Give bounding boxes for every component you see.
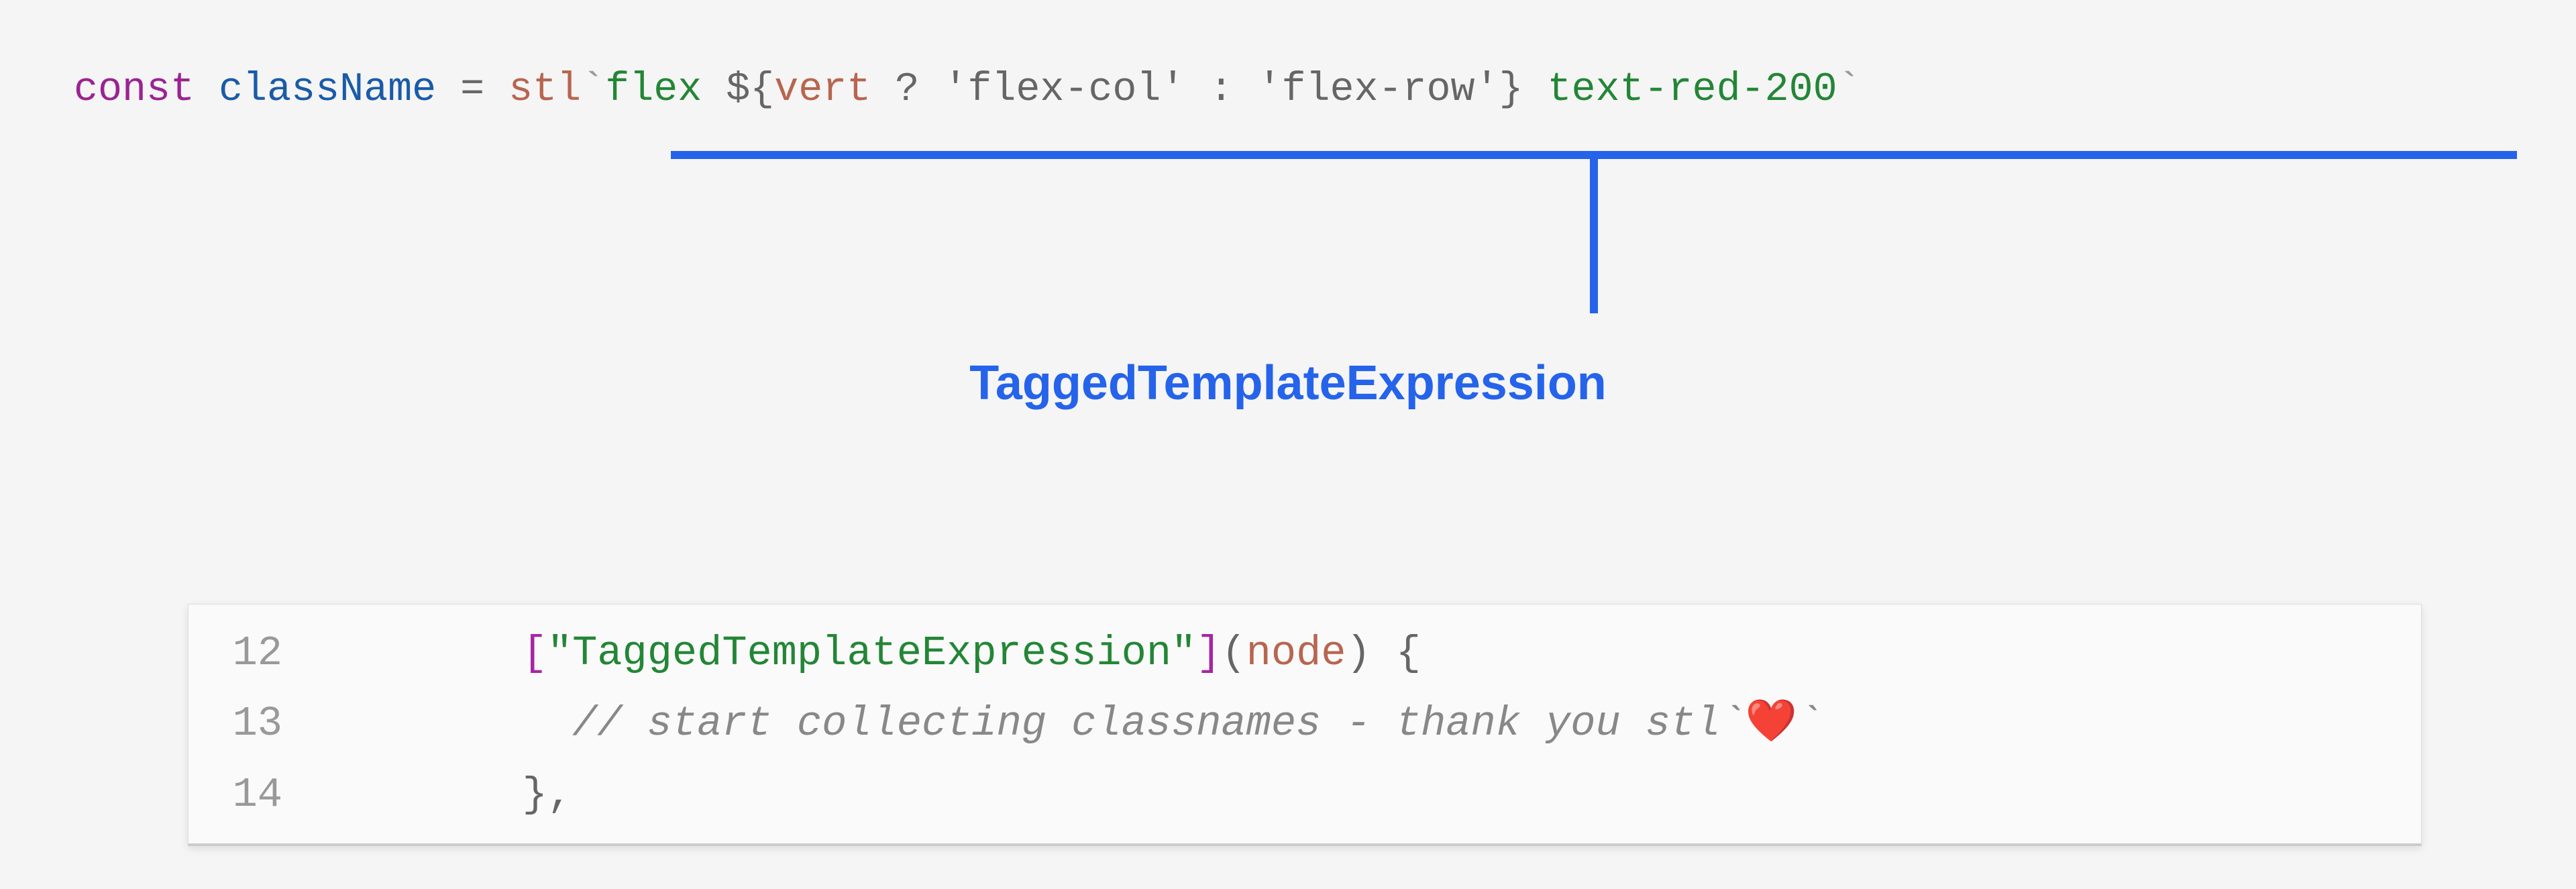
snippet-line-14: 14 },	[189, 760, 2421, 830]
string-flexcol: 'flex-col'	[943, 67, 1185, 113]
string-textred: text-red-200	[1523, 67, 1837, 113]
line-content: },	[323, 760, 2421, 830]
ternary-q: ?	[895, 67, 919, 113]
bracket-open: [	[523, 629, 547, 677]
line-content: ["TaggedTemplateExpression"](node) {	[323, 618, 2421, 688]
backtick-close: `	[1837, 67, 1862, 113]
line-number: 14	[189, 760, 323, 830]
tag-stl: stl	[508, 67, 581, 113]
bracket-horizontal	[671, 151, 2517, 159]
bracket-close: ]	[1196, 629, 1221, 677]
identifier-classname: className	[219, 67, 436, 113]
line-number: 12	[189, 618, 323, 688]
annotation-label: TaggedTemplateExpression	[969, 356, 1607, 411]
string-flexrow: 'flex-row'	[1257, 67, 1499, 113]
var-vert: vert	[774, 67, 871, 113]
comment-text: // start collecting classnames - thank y…	[572, 700, 1822, 747]
interp-close: }	[1499, 67, 1523, 113]
heart-icon: ❤️	[1746, 700, 1797, 747]
brace-open: {	[1371, 629, 1421, 677]
top-code-line: const className = stl`flex ${vert ? 'fle…	[74, 67, 1862, 113]
backtick-open: `	[581, 67, 605, 113]
paren-close: )	[1346, 629, 1371, 677]
annotation-bracket	[671, 151, 2517, 159]
line-content: // start collecting classnames - thank y…	[323, 688, 2421, 759]
ternary-colon: :	[1209, 67, 1233, 113]
snippet-line-13: 13 // start collecting classnames - than…	[189, 688, 2421, 759]
code-snippet-box: 12 ["TaggedTemplateExpression"](node) { …	[188, 604, 2422, 846]
string-tte: "TaggedTemplateExpression"	[547, 629, 1196, 677]
string-flex: flex	[605, 67, 726, 113]
brace-close: },	[523, 771, 572, 819]
bracket-vertical	[1590, 159, 1598, 313]
interp-open: ${	[726, 67, 774, 113]
param-node: node	[1246, 629, 1346, 677]
line-number: 13	[189, 688, 323, 759]
keyword-const: const	[74, 67, 195, 113]
operator-equals: =	[460, 67, 484, 113]
snippet-line-12: 12 ["TaggedTemplateExpression"](node) {	[189, 618, 2421, 688]
paren-open: (	[1221, 629, 1246, 677]
